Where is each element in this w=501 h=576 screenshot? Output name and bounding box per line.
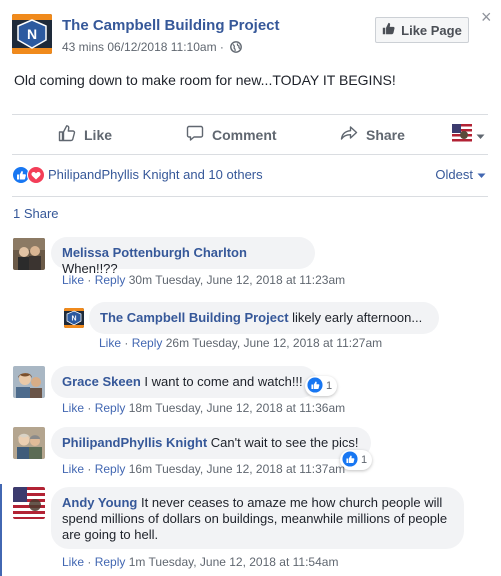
divider: [12, 154, 488, 155]
meta-dot: ·: [87, 555, 92, 569]
shares-link[interactable]: 1 Share: [13, 206, 59, 221]
thumbs-up-icon: [382, 22, 395, 38]
comment-bubble: Grace Skeen I want to come and watch!!!: [51, 366, 317, 398]
like-button[interactable]: Like: [58, 124, 112, 145]
reactions-summary: PhilipandPhyllis Knight and 10 others Ol…: [12, 164, 492, 186]
sort-label: Oldest: [435, 167, 473, 182]
comment-sort-dropdown[interactable]: Oldest: [435, 167, 486, 182]
comment-bubble: Melissa Pottenburgh Charlton When!!??: [51, 237, 315, 276]
share-button[interactable]: Share: [340, 124, 405, 145]
comment-reaction-badge[interactable]: 1: [305, 376, 338, 396]
meta-dot: ·: [87, 462, 92, 476]
close-icon[interactable]: ×: [481, 8, 492, 26]
page-logo-icon[interactable]: N: [64, 308, 84, 328]
like-page-label: Like Page: [401, 22, 462, 38]
reply-reply-link[interactable]: Reply: [132, 336, 163, 350]
reply-like-link[interactable]: Like: [99, 336, 121, 350]
thumbs-up-icon: [307, 376, 323, 396]
like-page-button[interactable]: Like Page: [375, 17, 469, 43]
globe-icon: [230, 41, 243, 56]
speech-bubble-icon: [186, 124, 204, 145]
divider: [12, 114, 488, 115]
reply-author-link[interactable]: The Campbell Building Project: [100, 310, 289, 325]
us-flag-icon[interactable]: [13, 487, 45, 519]
comment-reply-link[interactable]: Reply: [95, 555, 126, 569]
thumbs-up-icon: [58, 124, 76, 145]
meta-separator: ·: [219, 40, 224, 54]
avatar[interactable]: [13, 366, 45, 398]
comment-like-link[interactable]: Like: [62, 273, 84, 287]
reply-text: likely early afternoon...: [292, 310, 423, 325]
comment-time[interactable]: 30m: [129, 273, 152, 287]
comment-time[interactable]: 1m: [129, 555, 146, 569]
share-label: Share: [366, 126, 405, 143]
reply-bubble: The Campbell Building Project likely ear…: [89, 302, 439, 334]
comment-reply-link[interactable]: Reply: [95, 273, 126, 287]
comment-timestamp: Tuesday, June 12, 2018 at 11:37am: [155, 462, 346, 476]
comment-reply-link[interactable]: Reply: [95, 401, 126, 415]
comment-like-link[interactable]: Like: [62, 555, 84, 569]
svg-text:N: N: [27, 26, 37, 42]
reply-meta: Like · Reply 26m Tuesday, June 12, 2018 …: [99, 336, 382, 350]
reaction-count: 1: [361, 454, 368, 466]
post-date[interactable]: 06/12/2018 11:10am: [107, 40, 216, 54]
svg-text:N: N: [71, 316, 76, 323]
post-relative-time[interactable]: 43 mins: [62, 40, 104, 54]
reactions-summary-link[interactable]: PhilipandPhyllis Knight and 10 others: [48, 167, 263, 182]
comment-like-link[interactable]: Like: [62, 401, 84, 415]
reaction-icons[interactable]: [12, 166, 46, 184]
us-flag-icon: [452, 124, 472, 147]
page-name-link[interactable]: The Campbell Building Project: [62, 17, 280, 34]
avatar[interactable]: [13, 238, 45, 270]
meta-dot: ·: [124, 336, 129, 350]
divider: [12, 196, 488, 197]
share-arrow-icon: [340, 124, 358, 145]
post-meta: 43 mins 06/12/2018 11:10am ·: [62, 40, 243, 56]
new-comment-indicator: [0, 484, 2, 576]
comment-like-link[interactable]: Like: [62, 462, 84, 476]
comment-author-link[interactable]: Andy Young: [62, 495, 137, 510]
comment-text: Can't wait to see the pics!: [210, 435, 359, 450]
chevron-down-icon: [476, 127, 485, 145]
reply-timestamp: Tuesday, June 12, 2018 at 11:27am: [192, 336, 383, 350]
comment-author-link[interactable]: Melissa Pottenburgh Charlton: [62, 245, 247, 260]
chevron-down-icon: [477, 167, 486, 182]
comment-meta: Like · Reply 18m Tuesday, June 12, 2018 …: [62, 401, 345, 415]
comment-bubble: PhilipandPhyllis Knight Can't wait to se…: [51, 427, 371, 459]
comment-reply-link[interactable]: Reply: [95, 462, 126, 476]
comment-label: Comment: [212, 126, 277, 143]
reply-time[interactable]: 26m: [166, 336, 189, 350]
comment-text: I want to come and watch!!!: [144, 374, 303, 389]
post-as-selector[interactable]: [452, 124, 485, 147]
page-logo-icon[interactable]: N: [12, 14, 52, 54]
comment-timestamp: Tuesday, June 12, 2018 at 11:36am: [155, 401, 346, 415]
comment-timestamp: Tuesday, June 12, 2018 at 11:54am: [148, 555, 339, 569]
post-action-bar: Like Comment Share: [12, 116, 488, 152]
like-label: Like: [84, 126, 113, 143]
meta-dot: ·: [87, 273, 92, 287]
comment-author-link[interactable]: Grace Skeen: [62, 374, 141, 389]
comment-author-link[interactable]: PhilipandPhyllis Knight: [62, 435, 207, 450]
comment-bubble: Andy Young It never ceases to amaze me h…: [51, 487, 464, 549]
comment-timestamp: Tuesday, June 12, 2018 at 11:23am: [155, 273, 346, 287]
post-text: Old coming down to make room for new...T…: [14, 72, 396, 88]
comment-meta: Like · Reply 30m Tuesday, June 12, 2018 …: [62, 273, 345, 287]
comment-time[interactable]: 18m: [129, 401, 152, 415]
avatar[interactable]: [13, 427, 45, 459]
comment-meta: Like · Reply 16m Tuesday, June 12, 2018 …: [62, 462, 345, 476]
comment-button[interactable]: Comment: [186, 124, 277, 145]
comment-meta: Like · Reply 1m Tuesday, June 12, 2018 a…: [62, 555, 338, 569]
comment-time[interactable]: 16m: [129, 462, 152, 476]
reaction-count: 1: [326, 380, 333, 392]
meta-dot: ·: [87, 401, 92, 415]
